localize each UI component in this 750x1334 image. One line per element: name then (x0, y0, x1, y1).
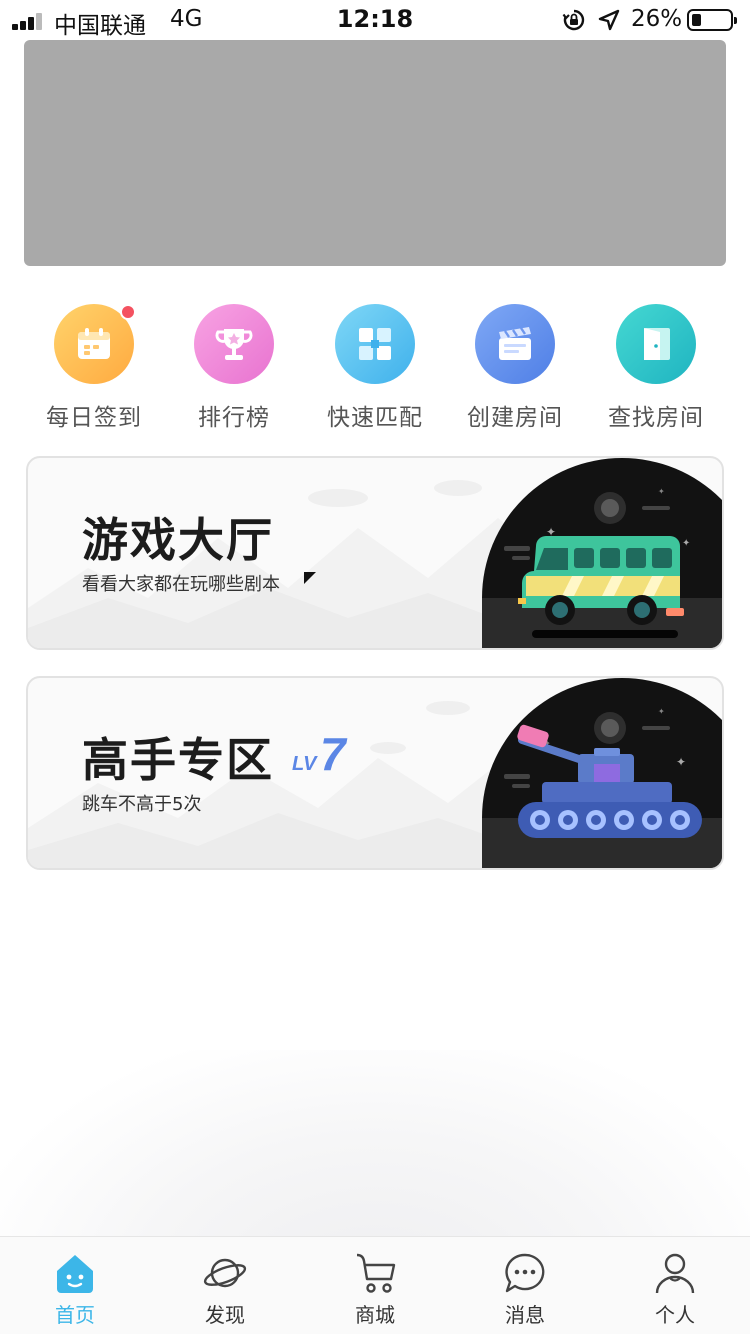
lobby-title: 游戏大厅 (82, 513, 274, 567)
quick-match-button[interactable] (335, 304, 415, 384)
tab-label: 个人 (655, 1303, 695, 1327)
person-icon (655, 1253, 695, 1294)
promo-banner[interactable] (24, 40, 726, 266)
quick-action-label: 排行榜 (198, 405, 270, 431)
battery-icon (687, 9, 737, 31)
tab-messages[interactable]: 消息 (450, 1237, 600, 1334)
battery-level-fill (692, 14, 701, 26)
quick-action-label: 创建房间 (467, 405, 563, 431)
tab-label: 消息 (505, 1303, 545, 1327)
bus-icon: ✦ ✦ ✦ (482, 458, 722, 648)
expert-subtitle: 跳车不高于5次 (82, 794, 202, 815)
find-room-button[interactable] (616, 304, 696, 384)
quick-actions: 每日签到 排行榜 快速匹配 创建房间 查找房间 (0, 300, 750, 440)
quick-action-label: 快速匹配 (327, 405, 423, 431)
tab-label: 商城 (355, 1303, 395, 1327)
battery-percent: 26% (631, 6, 683, 32)
tab-home[interactable]: 首页 (0, 1237, 150, 1334)
bottom-fade (0, 1050, 750, 1236)
home-icon (57, 1255, 93, 1293)
level-number: 7 (320, 728, 348, 774)
location-icon (598, 9, 620, 31)
leaderboard-button[interactable] (194, 304, 274, 384)
expert-title: 高手专区 (82, 733, 274, 787)
door-icon (644, 328, 670, 360)
expert-zone-card[interactable]: 高手专区 跳车不高于5次 LV 7 ✦ ✦ ✦ (26, 676, 724, 870)
tab-mall[interactable]: 商城 (300, 1237, 450, 1334)
level-badge: LV 7 (292, 728, 348, 774)
game-lobby-card[interactable]: 游戏大厅 看看大家都在玩哪些剧本 ✦ ✦ ✦ (26, 456, 724, 650)
tab-label: 发现 (205, 1303, 245, 1327)
rotation-lock-icon (562, 9, 585, 31)
level-prefix: LV (292, 753, 318, 774)
svg-text:✦: ✦ (676, 755, 686, 769)
quick-action-leaderboard[interactable]: 排行榜 (164, 300, 304, 432)
quick-action-label: 每日签到 (46, 405, 142, 431)
match-grid-icon (359, 328, 391, 360)
lobby-subtitle: 看看大家都在玩哪些剧本 (82, 574, 280, 595)
quick-action-quick-match[interactable]: 快速匹配 (305, 300, 445, 432)
quick-action-create-room[interactable]: 创建房间 (445, 300, 585, 432)
calendar-icon (78, 328, 110, 359)
corner-triangle-icon (304, 572, 316, 584)
tab-profile[interactable]: 个人 (600, 1237, 750, 1334)
svg-text:✦: ✦ (658, 487, 665, 496)
create-room-button[interactable] (475, 304, 555, 384)
planet-icon (203, 1258, 247, 1288)
trophy-icon (215, 329, 253, 360)
tab-bar: 首页 发现 商城 消息 个人 (0, 1236, 750, 1334)
daily-checkin-button[interactable] (54, 304, 136, 384)
notification-badge (120, 304, 136, 320)
tab-discover[interactable]: 发现 (150, 1237, 300, 1334)
svg-text:✦: ✦ (682, 538, 690, 549)
quick-action-daily-checkin[interactable]: 每日签到 (24, 300, 164, 432)
chat-bubble-icon (505, 1253, 545, 1293)
tank-icon: ✦ ✦ ✦ (482, 678, 722, 868)
svg-text:✦: ✦ (658, 707, 665, 716)
cart-icon (356, 1253, 396, 1293)
tab-label: 首页 (55, 1303, 95, 1327)
quick-action-find-room[interactable]: 查找房间 (586, 300, 726, 432)
status-bar: 中国联通 4G 12:18 26% (0, 0, 750, 40)
quick-action-label: 查找房间 (608, 405, 704, 431)
clapperboard-icon (499, 327, 531, 360)
